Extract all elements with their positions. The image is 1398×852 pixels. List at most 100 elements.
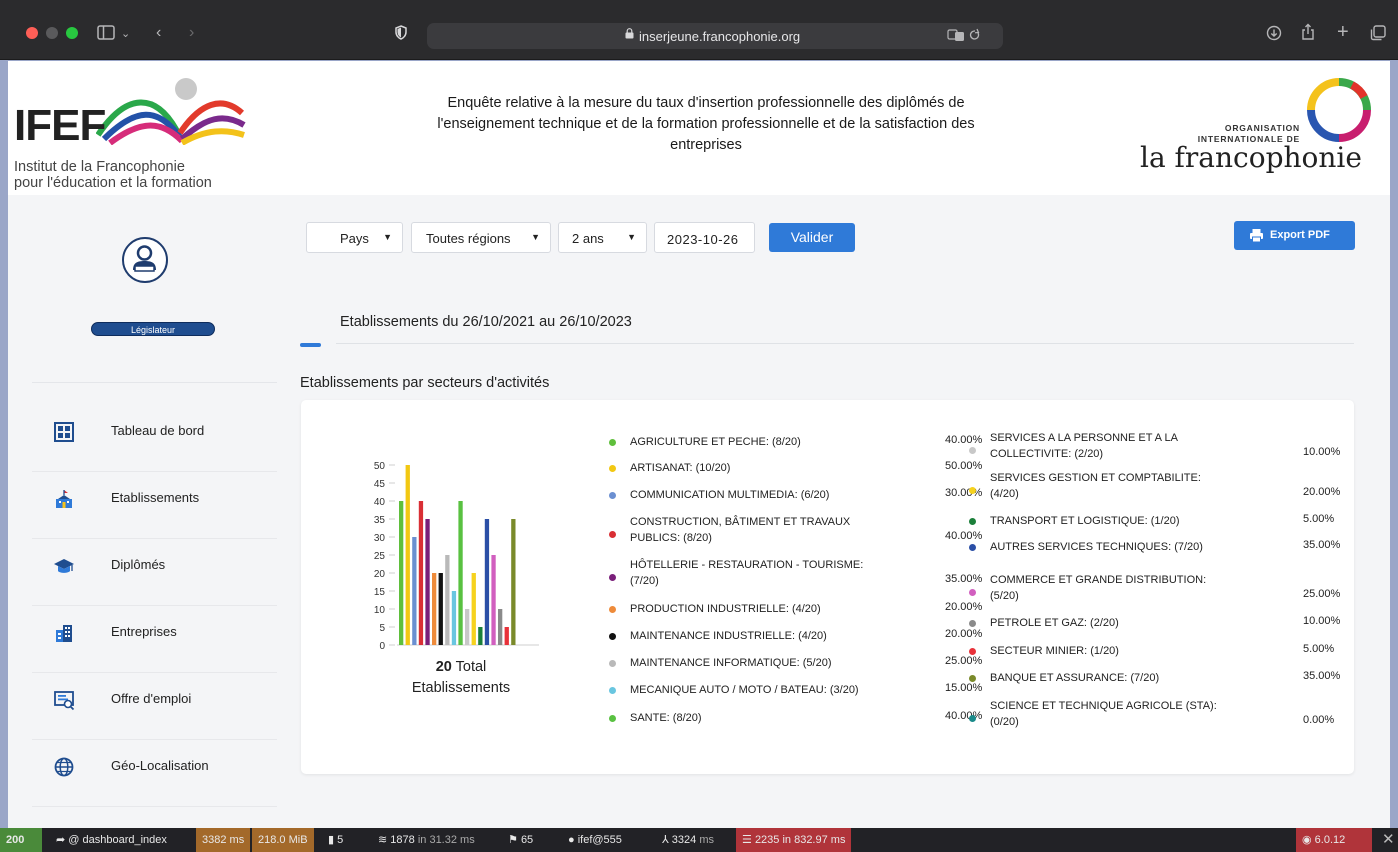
chart-bar[interactable] bbox=[418, 501, 424, 645]
debug-twig[interactable]: ⅄ 3324 ms bbox=[656, 828, 720, 852]
legend-item[interactable]: COMMERCE ET GRANDE DISTRIBUTION: (5/20) 2… bbox=[969, 572, 1343, 604]
legend-color-swatch bbox=[969, 588, 976, 596]
legend-label: PRODUCTION INDUSTRIELLE: (4/20) bbox=[630, 603, 821, 615]
validate-button[interactable]: Valider bbox=[769, 223, 855, 252]
chart-bar[interactable] bbox=[458, 501, 463, 645]
ifef-logo[interactable]: IFEF Institut de la Francophonie pour l'… bbox=[14, 73, 254, 191]
y-tick-label: 25 bbox=[374, 551, 386, 562]
legend-color-swatch bbox=[609, 530, 616, 538]
close-window-button[interactable] bbox=[26, 27, 38, 39]
country-select[interactable]: Pays ▼ bbox=[306, 222, 403, 253]
legend-label: SERVICES A LA PERSONNE ET A LA COLLECTIV… bbox=[990, 432, 1178, 460]
debug-logs[interactable]: ▮ 5 bbox=[322, 828, 349, 852]
legend-item[interactable]: SERVICES A LA PERSONNE ET A LA COLLECTIV… bbox=[969, 430, 1343, 462]
legend-percentage: 0.00% bbox=[1303, 714, 1335, 726]
chart-bar[interactable] bbox=[432, 573, 437, 645]
legend-item[interactable]: SERVICES GESTION ET COMPTABILITE: (4/20)… bbox=[969, 470, 1343, 502]
url-text: inserjeune.francophonie.org bbox=[639, 29, 801, 44]
download-icon[interactable] bbox=[1266, 25, 1282, 45]
chevron-down-icon[interactable]: ⌄ bbox=[121, 26, 130, 42]
legend-color-swatch bbox=[609, 605, 616, 613]
user-icon bbox=[133, 245, 156, 272]
chart-bar[interactable] bbox=[498, 609, 503, 645]
chart-bar[interactable] bbox=[425, 519, 430, 645]
debug-translations[interactable]: ⚑ 65 bbox=[502, 828, 539, 852]
legend-item[interactable]: AUTRES SERVICES TECHNIQUES: (7/20) 35.00% bbox=[969, 539, 1343, 571]
new-tab-icon[interactable]: + bbox=[1337, 22, 1349, 42]
sidebar-item-job-offers[interactable]: Offre d'emploi bbox=[32, 673, 277, 740]
legend-item[interactable]: SCIENCE ET TECHNIQUE AGRICOLE (STA): (0/… bbox=[969, 698, 1343, 730]
legend-percentage: 35.00% bbox=[1303, 670, 1341, 682]
chart-bar[interactable] bbox=[451, 591, 457, 645]
legend-label: SECTEUR MINIER: (1/20) bbox=[990, 645, 1119, 657]
sidebar-item-label: Etablissements bbox=[111, 490, 200, 505]
route-arrow-icon: ➦ bbox=[56, 834, 66, 846]
chart-bar[interactable] bbox=[471, 573, 476, 645]
debug-database[interactable]: ☰ 2235 in 832.97 ms bbox=[736, 828, 852, 852]
export-pdf-button[interactable]: Export PDF bbox=[1234, 221, 1355, 250]
caret-down-icon: ▼ bbox=[531, 232, 540, 242]
close-icon[interactable]: ✕ bbox=[1376, 828, 1398, 852]
forward-icon[interactable]: › bbox=[189, 25, 194, 41]
legend-label: MAINTENANCE INDUSTRIELLE: (4/20) bbox=[630, 630, 827, 642]
debug-cache-count: 1878 bbox=[390, 834, 415, 846]
sidebar-item-companies[interactable]: Entreprises bbox=[32, 606, 277, 673]
legend-label: COMMUNICATION MULTIMEDIA: (6/20) bbox=[630, 489, 830, 501]
job-offer-icon bbox=[53, 689, 75, 711]
zoom-window-button[interactable] bbox=[66, 27, 78, 39]
date-input[interactable]: 2023-10-26 bbox=[654, 222, 755, 253]
total-count-value: 20 bbox=[435, 659, 452, 675]
country-select-value: Pays bbox=[340, 231, 369, 246]
globe-icon bbox=[53, 756, 75, 778]
legend-label: SERVICES GESTION ET COMPTABILITE: (4/20) bbox=[990, 472, 1201, 500]
chart-bar[interactable] bbox=[504, 627, 509, 645]
debug-memory[interactable]: 218.0 MiB bbox=[252, 828, 314, 852]
legend-item[interactable]: CONSTRUCTION, BÂTIMENT ET TRAVAUX PUBLIC… bbox=[609, 514, 985, 546]
chart-bar[interactable] bbox=[511, 519, 516, 645]
app-main: Législateur Tableau de bord Etablissemen… bbox=[8, 195, 1390, 828]
chart-bar[interactable] bbox=[491, 555, 496, 645]
legend-color-swatch bbox=[969, 714, 976, 722]
tab-overview-icon[interactable] bbox=[1370, 25, 1386, 45]
building-icon bbox=[53, 622, 75, 644]
legend-percentage: 10.00% bbox=[1303, 615, 1341, 627]
chart-bar[interactable] bbox=[445, 555, 450, 645]
back-icon[interactable]: ‹ bbox=[156, 25, 161, 41]
debug-status-code[interactable]: 200 bbox=[0, 828, 42, 852]
user-avatar[interactable] bbox=[122, 237, 168, 283]
sidebar-item-geolocation[interactable]: Géo-Localisation bbox=[32, 740, 277, 807]
chart-bar[interactable] bbox=[438, 573, 443, 645]
debug-symfony-version[interactable]: ◉ 6.0.12 bbox=[1296, 828, 1372, 852]
chart-bar[interactable] bbox=[399, 501, 404, 645]
debug-cache[interactable]: ≋ 1878 in 31.32 ms bbox=[372, 828, 481, 852]
y-tick-label: 20 bbox=[374, 569, 386, 580]
period-select[interactable]: 2 ans ▼ bbox=[558, 222, 647, 253]
sidebar-item-establishments[interactable]: Etablissements bbox=[32, 472, 277, 539]
debug-time[interactable]: 3382 ms bbox=[196, 828, 251, 852]
chart-bar[interactable] bbox=[465, 609, 470, 645]
minimize-window-button[interactable] bbox=[46, 27, 58, 39]
y-tick-label: 35 bbox=[374, 515, 386, 526]
legend-label: BANQUE ET ASSURANCE: (7/20) bbox=[990, 672, 1160, 684]
chart-bar[interactable] bbox=[484, 519, 490, 645]
chart-bar[interactable] bbox=[478, 627, 483, 645]
legend-item[interactable]: HÔTELLERIE - RESTAURATION - TOURISME: (7… bbox=[609, 557, 985, 589]
chart-bar[interactable] bbox=[412, 537, 417, 645]
translate-icon[interactable] bbox=[947, 28, 981, 45]
legend-item[interactable]: SANTE: (8/20) 40.00% bbox=[609, 710, 985, 742]
ifef-name-line1: Institut de la Francophonie bbox=[14, 159, 185, 175]
debug-route[interactable]: ➦ @ dashboard_index bbox=[50, 828, 173, 852]
sidebar-toggle-icon[interactable] bbox=[97, 25, 115, 44]
sidebar-item-dashboard[interactable]: Tableau de bord bbox=[32, 405, 277, 472]
debug-route-text: @ dashboard_index bbox=[68, 834, 167, 846]
address-bar[interactable]: inserjeune.francophonie.org bbox=[427, 23, 1003, 49]
debug-user[interactable]: ● ifef@555 bbox=[562, 828, 628, 852]
region-select[interactable]: Toutes régions ▼ bbox=[411, 222, 551, 253]
share-icon[interactable] bbox=[1301, 23, 1315, 45]
oif-logo[interactable]: ORGANISATION INTERNATIONALE DE la franco… bbox=[1138, 77, 1382, 181]
user-icon: ● bbox=[568, 834, 575, 846]
sidebar-item-graduates[interactable]: Diplômés bbox=[32, 539, 277, 606]
chart-bar[interactable] bbox=[405, 465, 410, 645]
shield-icon[interactable] bbox=[395, 25, 407, 44]
period-title-divider bbox=[336, 343, 1354, 344]
